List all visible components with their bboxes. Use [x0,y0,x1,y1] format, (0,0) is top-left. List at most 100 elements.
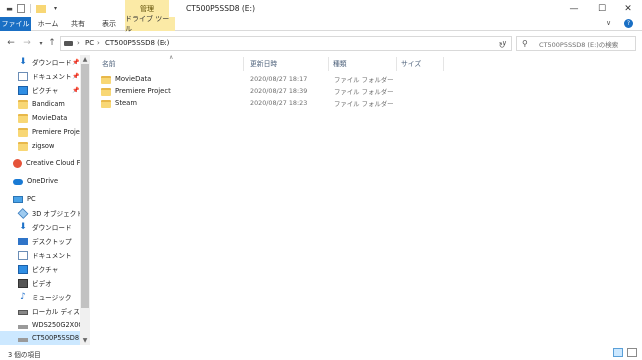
file-type: ファイル フォルダー [334,76,394,84]
nav-label: Bandicam [32,100,65,108]
forward-button[interactable]: → [21,37,33,49]
file-row-steam[interactable]: Steam 2020/08/27 18:23 ファイル フォルダー [98,98,478,110]
nav-item-downloads-quick[interactable]: ⬇ ダウンロード 📌 [0,55,80,69]
column-header-size[interactable]: サイズ [401,58,421,70]
search-box[interactable]: ⚲ CT500P5SSD8 (E:)の検索 [516,36,636,51]
breadcrumb-separator: › [77,39,80,47]
minimize-button[interactable]: — [560,0,588,17]
nav-label: ドキュメント [32,252,72,260]
nav-label: 3D オブジェクト [32,210,80,218]
file-type: ファイル フォルダー [334,88,394,96]
nav-label: ミュージック [32,294,72,302]
local-disk-icon [18,309,28,315]
nav-item-local-disk-c[interactable]: ローカル ディスク (C [0,304,80,318]
download-icon: ⬇ [19,221,27,232]
breadcrumb-pc[interactable]: PC [85,39,94,47]
tab-view[interactable]: 表示 [98,17,120,31]
collapse-ribbon-icon[interactable]: ∨ [606,19,611,27]
large-icons-view-button[interactable] [627,348,637,357]
tab-home[interactable]: ホーム [36,17,60,31]
onedrive-icon [13,179,23,185]
nav-label: ドキュメント [32,73,72,81]
nav-item-3d-objects[interactable]: 3D オブジェクト [0,206,80,220]
file-row-premiere-project[interactable]: Premiere Project 2020/08/27 18:39 ファイル フ… [98,86,478,98]
back-button[interactable]: ← [5,37,17,49]
column-divider[interactable] [396,57,397,71]
breadcrumb-current-drive[interactable]: CT500P5SSD8 (E:) [105,39,169,47]
column-divider[interactable] [243,57,244,71]
breadcrumb-separator: › [97,39,100,47]
nav-item-pictures-quick[interactable]: ピクチャ 📌 [0,83,80,97]
properties-icon[interactable] [17,4,25,13]
nav-scrollbar[interactable]: ▲ ▼ [80,55,90,345]
column-header-type[interactable]: 種類 [333,58,347,70]
pin-icon: 📌 [72,58,80,66]
ribbon-tabs: ファイル ホーム 共有 表示 ドライブ ツール ∨ ? [0,15,642,33]
nav-label: MovieData [32,114,68,122]
file-date: 2020/08/27 18:17 [250,75,308,83]
nav-item-pictures[interactable]: ピクチャ [0,262,80,276]
nav-item-moviedata[interactable]: MovieData [0,111,80,125]
tab-share[interactable]: 共有 [68,17,88,31]
3d-objects-icon [17,207,29,219]
tab-drive-tools[interactable]: ドライブ ツール [125,15,175,33]
help-icon[interactable]: ? [624,19,633,28]
document-icon [18,250,28,260]
nav-label: ピクチャ [32,266,59,274]
nav-label: ピクチャ [32,87,59,95]
nav-item-desktop[interactable]: デスクトップ [0,234,80,248]
scroll-thumb[interactable] [81,64,89,308]
customize-quick-access-icon[interactable]: ▾ [50,3,61,14]
nav-item-creative-cloud[interactable]: Creative Cloud File [0,156,80,170]
new-folder-icon[interactable] [36,5,46,13]
pin-icon: 📌 [72,72,80,80]
pictures-icon [18,264,28,274]
video-icon [18,278,28,288]
nav-label: CT500P5SSD8 (E: [32,334,80,342]
nav-label: Creative Cloud File [26,159,80,167]
file-date: 2020/08/27 18:23 [250,99,308,107]
drive-icon [18,337,28,342]
nav-item-wds250g2x0c[interactable]: WDS250G2X0C (I [0,318,80,332]
nav-item-music[interactable]: ♪ ミュージック [0,290,80,304]
tab-file[interactable]: ファイル [0,17,31,31]
nav-item-ct500p5ssd8[interactable]: CT500P5SSD8 (E: [0,331,80,345]
nav-label: ダウンロード [32,224,72,232]
close-button[interactable]: ✕ [614,0,642,17]
nav-label: デスクトップ [32,238,72,246]
sort-ascending-icon: ∧ [169,54,174,61]
details-view-button[interactable] [613,348,623,357]
nav-item-zigsow[interactable]: zigsow [0,139,80,153]
nav-item-videos[interactable]: ビデオ [0,276,80,290]
search-placeholder: CT500P5SSD8 (E:)の検索 [539,41,619,49]
nav-label: WDS250G2X0C (I [32,321,80,329]
address-bar[interactable]: › PC › CT500P5SSD8 (E:) › ∨ [60,36,512,51]
nav-label: Premiere Project [32,128,80,136]
item-count: 3 個の項目 [8,351,41,359]
maximize-button[interactable]: ☐ [588,0,616,17]
drive-icon [18,324,28,329]
column-divider[interactable] [328,57,329,71]
nav-item-onedrive[interactable]: OneDrive [0,174,80,188]
column-divider[interactable] [443,57,444,71]
nav-label: PC [27,195,36,203]
nav-item-documents-quick[interactable]: ドキュメント 📌 [0,69,80,83]
nav-item-downloads[interactable]: ⬇ ダウンロード [0,220,80,234]
nav-item-pc[interactable]: PC [0,192,80,206]
nav-item-bandicam[interactable]: Bandicam [0,97,80,111]
file-row-moviedata[interactable]: MovieData 2020/08/27 18:17 ファイル フォルダー [98,74,478,86]
document-icon [18,71,28,81]
file-name: MovieData [115,75,152,83]
column-header-name[interactable]: 名前 [102,58,116,70]
nav-item-documents[interactable]: ドキュメント [0,248,80,262]
nav-label: ダウンロード [32,59,72,67]
file-list: 名前 ∧ 更新日時 種類 サイズ MovieData 2020/08/27 18… [93,54,642,345]
up-button[interactable]: ↑ [46,37,58,49]
column-header-date[interactable]: 更新日時 [250,58,277,70]
scroll-down-icon[interactable]: ▼ [80,336,90,345]
file-name: Premiere Project [115,87,171,95]
refresh-button[interactable]: ↻ [496,39,508,51]
scroll-up-icon[interactable]: ▲ [80,55,90,64]
system-menu-icon[interactable]: ▬ [4,3,15,14]
nav-item-premiere-project[interactable]: Premiere Project [0,125,80,139]
